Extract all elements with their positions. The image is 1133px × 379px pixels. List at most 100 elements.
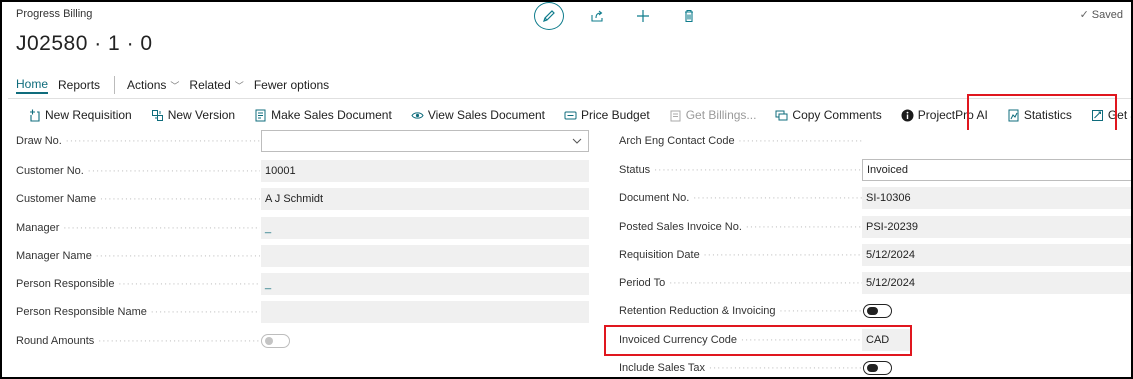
highlight-box: [604, 325, 912, 356]
eye-icon: [411, 109, 424, 122]
menu-divider: [114, 76, 116, 94]
person-responsible-label: Person Responsible: [16, 278, 260, 290]
period-to-value: 5/12/2024: [862, 272, 1131, 294]
customer-name-value: A J Schmidt: [261, 188, 589, 210]
view-sales-document-button[interactable]: View Sales Document: [411, 108, 545, 122]
plus-icon: [637, 10, 649, 22]
make-sales-document-label: Make Sales Document: [271, 108, 392, 122]
top-action-bar: [534, 2, 720, 30]
page-title: J02580 · 1 · 0: [16, 32, 153, 55]
status-select[interactable]: Invoiced: [862, 159, 1131, 181]
price-tag-icon: [564, 109, 577, 122]
toggle-knob: [867, 307, 878, 315]
edit-button[interactable]: [534, 2, 564, 30]
arch-eng-contact-code-label: Arch Eng Contact Code: [619, 135, 862, 147]
person-responsible-name-value: [261, 301, 589, 323]
chevron-down-icon: ﹀: [170, 81, 180, 91]
manager-name-label: Manager Name: [16, 250, 260, 262]
manager-field: Manager _: [16, 217, 589, 239]
requisition-date-value: 5/12/2024: [862, 244, 1131, 266]
tab-home[interactable]: Home: [16, 77, 49, 94]
requisition-date-label: Requisition Date: [619, 249, 862, 261]
period-to-field: Period To 5/12/2024: [619, 272, 1131, 294]
round-amounts-label: Round Amounts: [16, 335, 260, 347]
round-amounts-toggle[interactable]: [261, 334, 290, 348]
breadcrumb: Progress Billing: [16, 8, 93, 20]
new-requisition-label: New Requisition: [45, 108, 132, 122]
make-document-icon: [254, 109, 267, 122]
draw-no-select[interactable]: [261, 130, 589, 152]
document-no-value: SI-10306: [862, 187, 1131, 209]
highlight-box: [967, 94, 1117, 134]
status-field: Status Invoiced: [619, 159, 1131, 181]
price-budget-label: Price Budget: [581, 108, 650, 122]
get-billings-button[interactable]: Get Billings...: [669, 108, 757, 122]
manager-name-value: [261, 245, 589, 267]
new-button[interactable]: [628, 4, 658, 28]
customer-name-label: Customer Name: [16, 193, 260, 205]
round-amounts-field: Round Amounts: [16, 330, 290, 352]
person-responsible-value[interactable]: _: [261, 273, 589, 295]
include-sales-tax-label: Include Sales Tax: [619, 362, 862, 374]
get-billings-label: Get Billings...: [685, 108, 757, 122]
action-menu: Home Reports Actions ﹀ Related ﹀ Fewer opt…: [16, 76, 339, 94]
customer-no-label: Customer No.: [16, 165, 260, 177]
arch-eng-contact-code-field: Arch Eng Contact Code: [619, 130, 1131, 152]
view-sales-document-label: View Sales Document: [427, 108, 545, 122]
saved-status: ✓ Saved: [1080, 8, 1123, 21]
chevron-down-icon: [572, 138, 582, 144]
chevron-down-icon: ﹀: [234, 81, 244, 91]
arch-eng-contact-code-value[interactable]: [862, 130, 1131, 152]
actions-menu[interactable]: Actions ﹀: [127, 78, 179, 92]
posted-sales-invoice-no-field: Posted Sales Invoice No. PSI-20239: [619, 216, 1131, 238]
info-icon: [901, 109, 914, 122]
document-no-label: Document No.: [619, 192, 862, 204]
tab-reports[interactable]: Reports: [58, 78, 100, 92]
manager-name-field: Manager Name: [16, 245, 589, 267]
person-responsible-name-field: Person Responsible Name: [16, 301, 589, 323]
related-menu[interactable]: Related ﹀: [189, 78, 243, 92]
period-to-label: Period To: [619, 277, 862, 289]
toggle-knob: [265, 337, 273, 345]
status-label: Status: [619, 164, 862, 176]
trash-icon: [685, 9, 693, 23]
customer-no-field: Customer No. 10001: [16, 160, 589, 182]
draw-no-field: Draw No.: [16, 130, 589, 152]
toggle-knob: [867, 364, 878, 372]
retention-reduction-label: Retention Reduction & Invoicing: [619, 305, 862, 317]
delete-button[interactable]: [674, 4, 704, 28]
posted-sales-invoice-no-value: PSI-20239: [862, 216, 1131, 238]
manager-value[interactable]: _: [261, 217, 589, 239]
person-responsible-field: Person Responsible _: [16, 273, 589, 295]
document-no-field: Document No. SI-10306: [619, 187, 1131, 209]
retention-reduction-field: Retention Reduction & Invoicing: [619, 300, 892, 322]
fewer-options-link[interactable]: Fewer options: [254, 78, 329, 92]
make-sales-document-button[interactable]: Make Sales Document: [254, 108, 392, 122]
new-document-icon: [28, 109, 41, 122]
draw-no-label: Draw No.: [16, 135, 260, 147]
versions-icon: [151, 109, 164, 122]
customer-name-field: Customer Name A J Schmidt: [16, 188, 589, 210]
checkmark-icon: ✓: [1079, 9, 1089, 21]
new-version-button[interactable]: New Version: [151, 108, 235, 122]
copy-comments-button[interactable]: Copy Comments: [775, 108, 882, 122]
manager-label: Manager: [16, 222, 260, 234]
new-requisition-button[interactable]: New Requisition: [28, 108, 132, 122]
price-budget-button[interactable]: Price Budget: [564, 108, 650, 122]
posted-sales-invoice-no-label: Posted Sales Invoice No.: [619, 221, 862, 233]
retention-reduction-toggle[interactable]: [863, 304, 892, 318]
include-sales-tax-field: Include Sales Tax: [619, 357, 892, 377]
requisition-date-field: Requisition Date 5/12/2024: [619, 244, 1131, 266]
saved-label: Saved: [1091, 9, 1123, 21]
new-version-label: New Version: [167, 108, 236, 122]
actions-label: Actions: [127, 78, 167, 92]
include-sales-tax-toggle[interactable]: [863, 361, 892, 375]
person-responsible-name-label: Person Responsible Name: [16, 306, 260, 318]
divider: [8, 98, 1131, 99]
copy-comments-icon: [775, 109, 788, 122]
copy-comments-label: Copy Comments: [792, 108, 882, 122]
customer-no-value: 10001: [261, 160, 589, 182]
related-label: Related: [189, 78, 231, 92]
share-button[interactable]: [582, 4, 612, 28]
share-icon: [591, 10, 603, 22]
